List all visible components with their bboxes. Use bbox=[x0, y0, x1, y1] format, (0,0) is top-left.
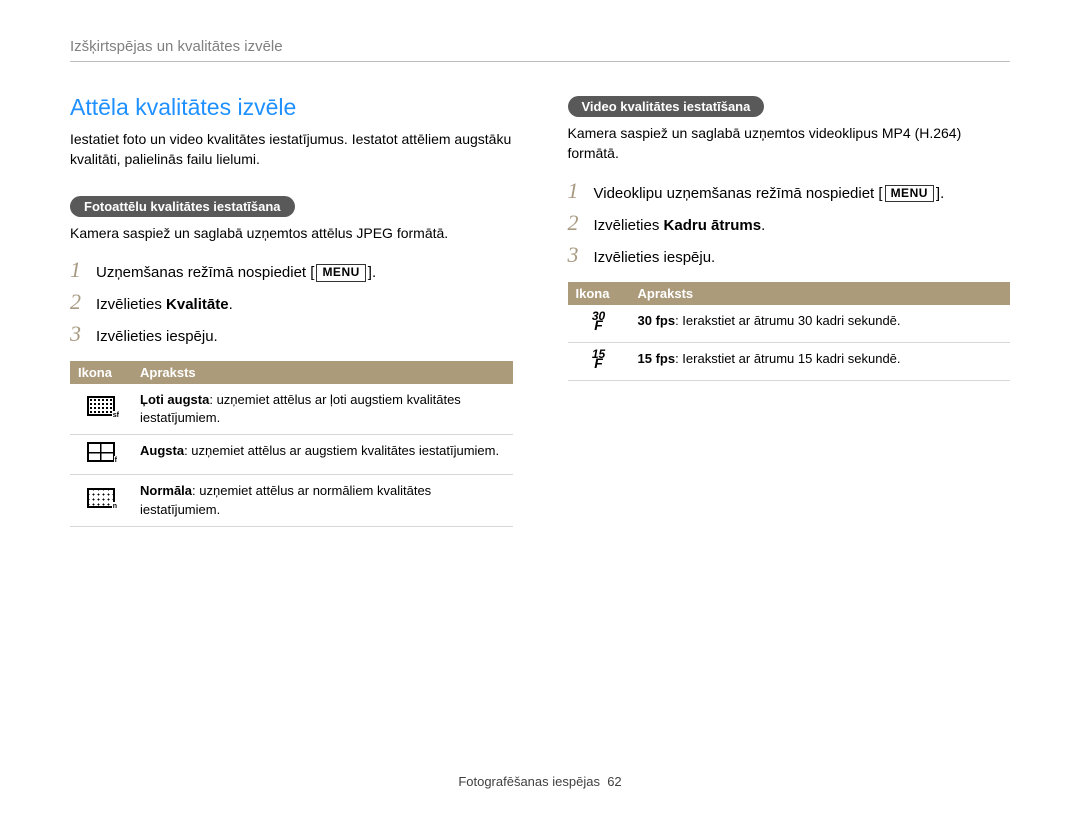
page-title: Attēla kvalitātes izvēle bbox=[70, 94, 513, 121]
step1-text-a: Videoklipu uzņemšanas režīmā nospiediet … bbox=[594, 185, 883, 202]
step2-text-a: Izvēlieties bbox=[96, 296, 166, 313]
row-bold: Normāla bbox=[140, 483, 192, 498]
intro-text: Iestatiet foto un video kvalitātes iesta… bbox=[70, 129, 513, 170]
menu-button-icon: MENU bbox=[885, 185, 934, 203]
step2-bold: Kadru ātrums bbox=[664, 217, 762, 234]
quality-super-fine-icon bbox=[87, 396, 115, 416]
row-bold: 30 fps bbox=[638, 313, 676, 328]
step2-text-b: . bbox=[761, 217, 765, 234]
fps-30-icon: 30F bbox=[592, 312, 605, 331]
row-rest: : uzņemiet attēlus ar augstiem kvalitāte… bbox=[184, 443, 499, 458]
row-rest: : Ierakstiet ar ātrumu 30 kadri sekundē. bbox=[675, 313, 900, 328]
step1-text-b: ]. bbox=[368, 264, 376, 281]
step-number-icon: 3 bbox=[70, 323, 96, 345]
quality-fine-icon bbox=[87, 442, 115, 462]
footer-page-number: 62 bbox=[607, 774, 621, 789]
table-row: Normāla: uzņemiet attēlus ar normāliem k… bbox=[70, 475, 513, 526]
step-number-icon: 2 bbox=[568, 212, 594, 234]
photo-quality-pill: Fotoattēlu kvalitātes iestatīšana bbox=[70, 196, 295, 217]
header-breadcrumb: Izšķirtspējas un kvalitātes izvēle bbox=[70, 38, 1010, 62]
table-row: Ļoti augsta: uzņemiet attēlus ar ļoti au… bbox=[70, 384, 513, 435]
step2-text-a: Izvēlieties bbox=[594, 217, 664, 234]
row-rest: : Ierakstiet ar ātrumu 15 kadri sekundē. bbox=[675, 351, 900, 366]
photo-step-1: 1 Uzņemšanas režīmā nospiediet [MENU]. bbox=[70, 259, 513, 283]
row-bold: 15 fps bbox=[638, 351, 676, 366]
row-bold: Augsta bbox=[140, 443, 184, 458]
table-row: 15F 15 fps: Ierakstiet ar ātrumu 15 kadr… bbox=[568, 342, 1011, 380]
photo-step-3: 3 Izvēlieties iespēju. bbox=[70, 323, 513, 347]
photo-quality-table: Ikona Apraksts Ļoti augsta: uzņemiet att… bbox=[70, 361, 513, 527]
col-desc: Apraksts bbox=[132, 361, 513, 384]
col-icon: Ikona bbox=[568, 282, 630, 305]
col-icon: Ikona bbox=[70, 361, 132, 384]
step1-text-a: Uzņemšanas režīmā nospiediet [ bbox=[96, 264, 314, 281]
video-quality-sub: Kamera saspiež un saglabā uzņemtos video… bbox=[568, 123, 1011, 164]
row-bold: Ļoti augsta bbox=[140, 392, 209, 407]
step-number-icon: 1 bbox=[568, 180, 594, 202]
step2-text-b: . bbox=[229, 296, 233, 313]
photo-steps: 1 Uzņemšanas režīmā nospiediet [MENU]. 2… bbox=[70, 259, 513, 347]
quality-normal-icon bbox=[87, 488, 115, 508]
footer: Fotografēšanas iespējas 62 bbox=[0, 774, 1080, 789]
step3-text: Izvēlieties iespēju. bbox=[594, 247, 716, 268]
menu-button-icon: MENU bbox=[316, 264, 365, 282]
video-quality-pill: Video kvalitātes iestatīšana bbox=[568, 96, 765, 117]
video-step-3: 3 Izvēlieties iespēju. bbox=[568, 244, 1011, 268]
left-column: Attēla kvalitātes izvēle Iestatiet foto … bbox=[70, 94, 513, 527]
video-step-2: 2 Izvēlieties Kadru ātrums. bbox=[568, 212, 1011, 236]
step1-text-b: ]. bbox=[936, 185, 944, 202]
table-row: Augsta: uzņemiet attēlus ar augstiem kva… bbox=[70, 435, 513, 475]
table-row: 30F 30 fps: Ierakstiet ar ātrumu 30 kadr… bbox=[568, 305, 1011, 343]
photo-quality-sub: Kamera saspiež un saglabā uzņemtos attēl… bbox=[70, 223, 513, 243]
step-number-icon: 1 bbox=[70, 259, 96, 281]
step2-bold: Kvalitāte bbox=[166, 296, 229, 313]
footer-section: Fotografēšanas iespējas bbox=[458, 774, 600, 789]
photo-step-2: 2 Izvēlieties Kvalitāte. bbox=[70, 291, 513, 315]
fps-15-icon: 15F bbox=[592, 350, 605, 369]
step-number-icon: 3 bbox=[568, 244, 594, 266]
col-desc: Apraksts bbox=[630, 282, 1011, 305]
right-column: Video kvalitātes iestatīšana Kamera sasp… bbox=[568, 94, 1011, 527]
step3-text: Izvēlieties iespēju. bbox=[96, 326, 218, 347]
video-step-1: 1 Videoklipu uzņemšanas režīmā nospiedie… bbox=[568, 180, 1011, 204]
video-quality-table: Ikona Apraksts 30F 30 fps: Ierakstiet ar… bbox=[568, 282, 1011, 381]
step-number-icon: 2 bbox=[70, 291, 96, 313]
video-steps: 1 Videoklipu uzņemšanas režīmā nospiedie… bbox=[568, 180, 1011, 268]
